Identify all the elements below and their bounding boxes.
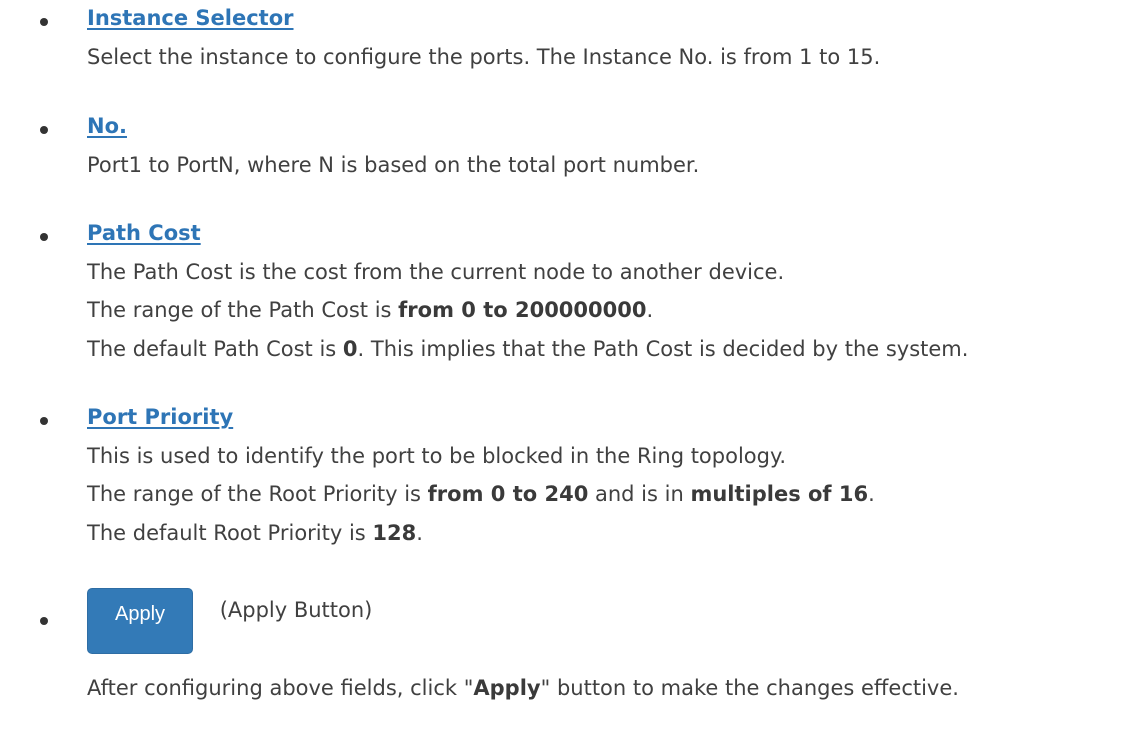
path-cost-description: The Path Cost is the cost from the curre… bbox=[87, 259, 785, 284]
bullet bbox=[40, 18, 48, 26]
apply-button[interactable]: Apply bbox=[87, 588, 193, 654]
apply-button-caption: (Apply Button) bbox=[219, 598, 373, 622]
port-priority-description: This is used to identify the port to be … bbox=[87, 443, 787, 468]
instance-selector-description: Select the instance to configure the por… bbox=[87, 44, 881, 69]
port-priority-default: The default Root Priority is 128. bbox=[87, 520, 423, 545]
bullet bbox=[40, 617, 48, 625]
port-priority-range: The range of the Root Priority is from 0… bbox=[87, 482, 875, 507]
bullet bbox=[40, 126, 48, 134]
no-link[interactable]: No. bbox=[87, 110, 1108, 143]
no-description: Port1 to PortN, where N is based on the … bbox=[87, 152, 700, 177]
bullet bbox=[40, 417, 48, 425]
bullet bbox=[40, 233, 48, 241]
path-cost-link[interactable]: Path Cost bbox=[87, 217, 1108, 250]
apply-description: After configuring above fields, click "A… bbox=[87, 676, 959, 700]
instance-selector-link[interactable]: Instance Selector bbox=[87, 2, 1108, 35]
port-priority-link[interactable]: Port Priority bbox=[87, 401, 1108, 434]
path-cost-default: The default Path Cost is 0. This implies… bbox=[87, 336, 969, 361]
help-page: Instance Selector Select the instance to… bbox=[0, 0, 1128, 740]
path-cost-range: The range of the Path Cost is from 0 to … bbox=[87, 298, 654, 323]
